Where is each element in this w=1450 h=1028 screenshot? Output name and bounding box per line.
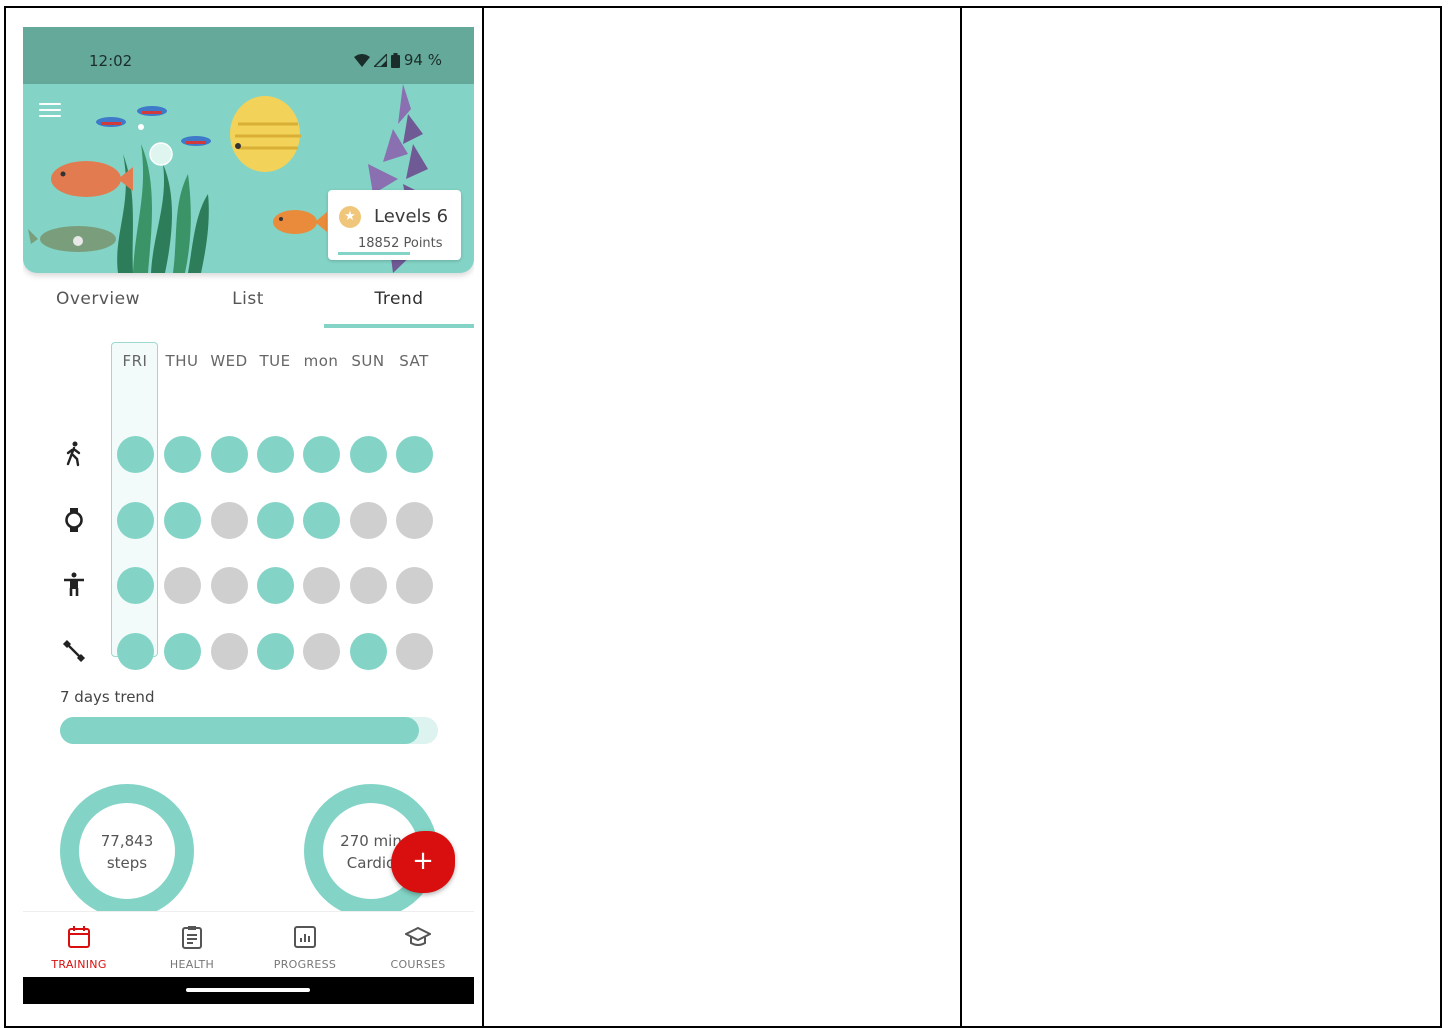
active-tab-indicator xyxy=(324,324,474,328)
today-column-highlight xyxy=(111,342,158,657)
activity-dot-r0-fri xyxy=(116,435,154,473)
activity-dot-r0-sat xyxy=(395,435,433,473)
nav-health-label: HEALTH xyxy=(169,958,215,971)
points-progress-bar xyxy=(338,252,410,255)
activity-dot-r2-tue xyxy=(256,566,294,604)
level-card[interactable]: ★ Levels 6 18852 Points xyxy=(328,190,461,260)
activity-dot-r0-mon xyxy=(302,435,340,473)
activity-dot-r1-sat xyxy=(395,501,433,539)
activity-dot-r3-mon xyxy=(302,632,340,670)
activity-dot-r1-wed xyxy=(210,501,248,539)
day-header-4: mon xyxy=(303,352,339,370)
tab-trend[interactable]: Trend xyxy=(324,289,474,309)
activity-dot-r0-wed xyxy=(210,435,248,473)
activity-dot-r1-mon xyxy=(302,501,340,539)
activity-dot-r0-tue xyxy=(256,435,294,473)
cardio-value: 270 min xyxy=(340,832,402,850)
home-gesture-handle[interactable] xyxy=(186,988,310,992)
activity-dot-r2-fri xyxy=(116,566,154,604)
status-bar: 12:02 94 % xyxy=(23,27,474,84)
calendar-icon xyxy=(68,926,90,948)
day-header-1: THU xyxy=(165,352,199,370)
activity-dot-r3-fri xyxy=(116,632,154,670)
activity-dot-r3-wed xyxy=(210,632,248,670)
clipboard-icon xyxy=(182,926,202,949)
weekly-activity-grid: FRI THU WED TUE mon SUN SAT xyxy=(23,337,474,677)
activity-dot-r2-mon xyxy=(302,566,340,604)
activity-dot-r3-sat xyxy=(395,632,433,670)
menu-icon[interactable] xyxy=(39,103,61,119)
activity-dot-r2-sun xyxy=(349,566,387,604)
activity-dot-r3-sun xyxy=(349,632,387,670)
activity-dot-r0-sun xyxy=(349,435,387,473)
add-button[interactable]: + xyxy=(391,831,455,893)
tab-overview[interactable]: Overview xyxy=(23,289,173,309)
tab-bar: Overview List Trend xyxy=(23,285,474,329)
dumbbell-icon xyxy=(61,638,87,664)
wifi-icon xyxy=(353,53,370,67)
trend-progress-bar xyxy=(60,717,438,744)
nav-courses-label: COURSES xyxy=(390,958,446,971)
nav-health[interactable]: HEALTH xyxy=(136,924,248,971)
screen-panel-3 xyxy=(960,6,1442,1028)
day-header-5: SUN xyxy=(351,352,385,370)
smartwatch-icon xyxy=(61,507,87,533)
star-icon: ★ xyxy=(339,206,361,228)
steps-ring[interactable]: 77,843 steps xyxy=(60,784,194,918)
aquarium-header: ★ Levels 6 18852 Points xyxy=(23,84,474,273)
nav-progress[interactable]: PROGRESS xyxy=(249,924,361,971)
battery-percent: 94 % xyxy=(403,51,442,69)
activity-dot-r2-wed xyxy=(210,566,248,604)
nav-courses[interactable]: COURSES xyxy=(362,924,474,971)
steps-value: 77,843 xyxy=(100,832,154,850)
activity-dot-r3-thu xyxy=(163,632,201,670)
activity-dot-r1-thu xyxy=(163,501,201,539)
activity-dot-r3-tue xyxy=(256,632,294,670)
walking-icon xyxy=(61,441,87,467)
status-icons: 94 % xyxy=(353,51,442,69)
nav-training-label: TRAINING xyxy=(51,958,107,971)
cardio-unit: Cardio xyxy=(346,854,396,872)
chart-icon xyxy=(294,926,316,948)
stretch-icon xyxy=(61,572,87,598)
phone-screen: 12:02 94 % ★ Levels 6 18852 Points Overv… xyxy=(23,27,474,1004)
day-header-6: SAT xyxy=(399,352,429,370)
screen-panel-2 xyxy=(482,6,963,1028)
activity-dot-r1-fri xyxy=(116,501,154,539)
day-header-2: WED xyxy=(210,352,248,370)
bottom-navigation: TRAINING HEALTH PROGRESS COURSES xyxy=(23,911,474,978)
trend-label: 7 days trend xyxy=(60,688,155,706)
graduation-cap-icon xyxy=(403,926,433,946)
nav-training[interactable]: TRAINING xyxy=(23,924,135,971)
activity-dot-r0-thu xyxy=(163,435,201,473)
day-header-0: FRI xyxy=(122,352,148,370)
activity-dot-r2-sat xyxy=(395,566,433,604)
nav-progress-label: PROGRESS xyxy=(273,958,337,971)
battery-icon xyxy=(390,52,400,68)
tab-list[interactable]: List xyxy=(173,289,323,309)
trend-progress-fill xyxy=(60,717,420,744)
points-label: 18852 Points xyxy=(358,236,443,251)
level-label: Levels 6 xyxy=(374,206,449,227)
status-time: 12:02 xyxy=(89,52,133,70)
signal-icon xyxy=(373,53,387,67)
activity-dot-r2-thu xyxy=(163,566,201,604)
day-header-3: TUE xyxy=(259,352,291,370)
system-navigation-bar xyxy=(23,977,474,1004)
steps-unit: steps xyxy=(106,854,148,872)
activity-dot-r1-tue xyxy=(256,501,294,539)
activity-dot-r1-sun xyxy=(349,501,387,539)
